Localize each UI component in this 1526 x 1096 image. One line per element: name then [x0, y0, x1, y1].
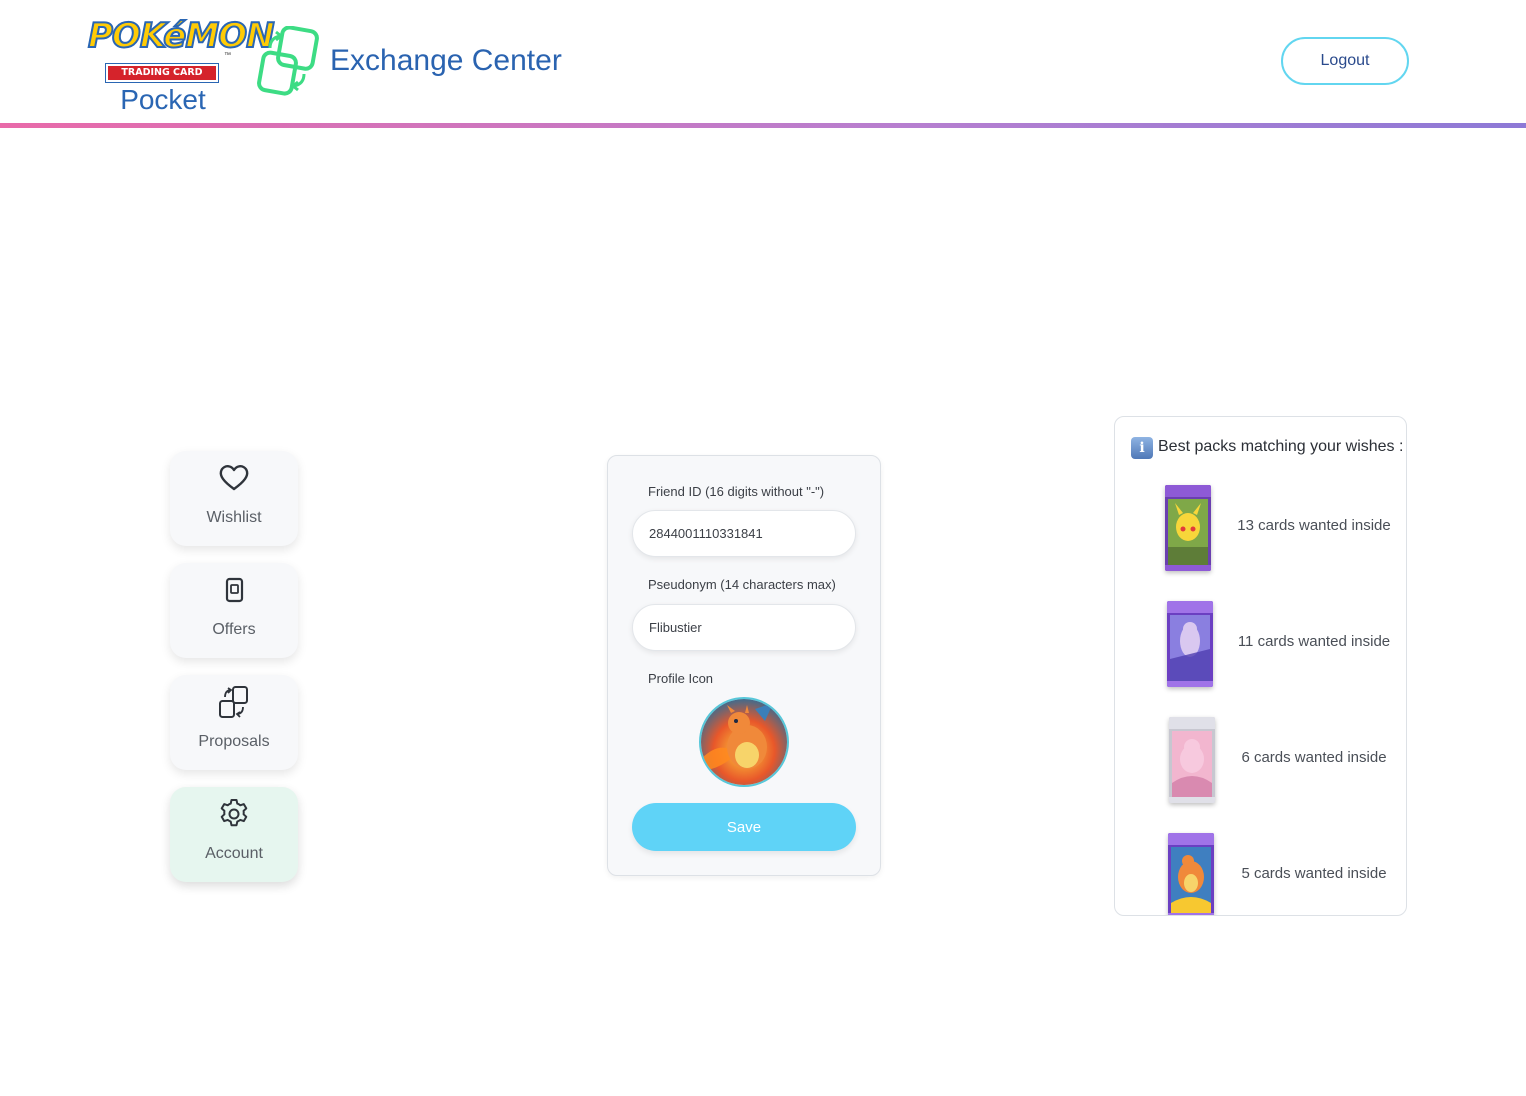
pack-row[interactable]: 5 cards wanted inside [1115, 833, 1406, 915]
logo-subtitle: Pocket [120, 84, 206, 115]
exchange-icon [217, 685, 251, 719]
logo-band: TRADING CARD GAME [105, 63, 219, 92]
pack-row[interactable]: 11 cards wanted inside [1115, 601, 1406, 691]
save-button[interactable]: Save [632, 803, 856, 851]
header: POKéMON ™ TRADING CARD GAME Pocket Excha… [0, 0, 1526, 123]
best-packs-header: i Best packs matching your wishes : [1131, 437, 1404, 459]
heart-icon [217, 461, 251, 495]
logo-wordmark: POKéMON [87, 15, 276, 57]
mew-pack-image [1169, 717, 1215, 803]
pack-row[interactable]: 6 cards wanted inside [1115, 717, 1406, 807]
sidebar-item-proposals[interactable]: Proposals [170, 675, 298, 770]
sidebar-item-offers[interactable]: Offers [170, 563, 298, 658]
pack-row[interactable]: 13 cards wanted inside [1115, 485, 1406, 575]
sidebar-item-wishlist[interactable]: Wishlist [170, 451, 298, 546]
pack-wanted-count: 11 cards wanted inside [1237, 633, 1391, 650]
logout-button[interactable]: Logout [1281, 37, 1409, 85]
header-divider [0, 123, 1526, 128]
pack-wanted-count: 13 cards wanted inside [1237, 517, 1391, 534]
profile-icon-label: Profile Icon [648, 671, 714, 686]
info-icon: i [1131, 437, 1153, 459]
sidebar-item-label: Wishlist [206, 509, 262, 526]
profile-icon-avatar[interactable] [699, 697, 789, 787]
mewtwo-pack-image [1167, 601, 1213, 687]
logo-trademark: ™ [224, 52, 231, 59]
pseudonym-label: Pseudonym (14 characters max) [648, 577, 836, 592]
account-form: Friend ID (16 digits without "-") Pseudo… [607, 455, 881, 876]
sidebar-item-account[interactable]: Account [170, 787, 298, 882]
friend-id-field[interactable] [632, 510, 856, 557]
charizard-pack-image [1168, 833, 1214, 915]
card-icon [217, 573, 251, 607]
sidebar-item-label: Account [205, 845, 263, 862]
exchange-brand-icon [256, 25, 320, 96]
pack-wanted-count: 5 cards wanted inside [1241, 865, 1387, 882]
sidebar-item-label: Proposals [198, 733, 270, 750]
gear-icon [217, 797, 251, 831]
best-packs-title: Best packs matching your wishes : [1158, 438, 1404, 455]
sidebar-item-label: Offers [212, 621, 256, 638]
best-packs-panel: i Best packs matching your wishes : 13 c… [1114, 416, 1407, 916]
pack-wanted-count: 6 cards wanted inside [1241, 749, 1387, 766]
pikachu-pack-image [1165, 485, 1211, 571]
page-title: Exchange Center [330, 44, 562, 77]
pokemon-pocket-logo[interactable]: POKéMON ™ TRADING CARD GAME Pocket [87, 10, 276, 115]
pseudonym-field[interactable] [632, 604, 856, 651]
friend-id-label: Friend ID (16 digits without "-") [648, 484, 825, 499]
